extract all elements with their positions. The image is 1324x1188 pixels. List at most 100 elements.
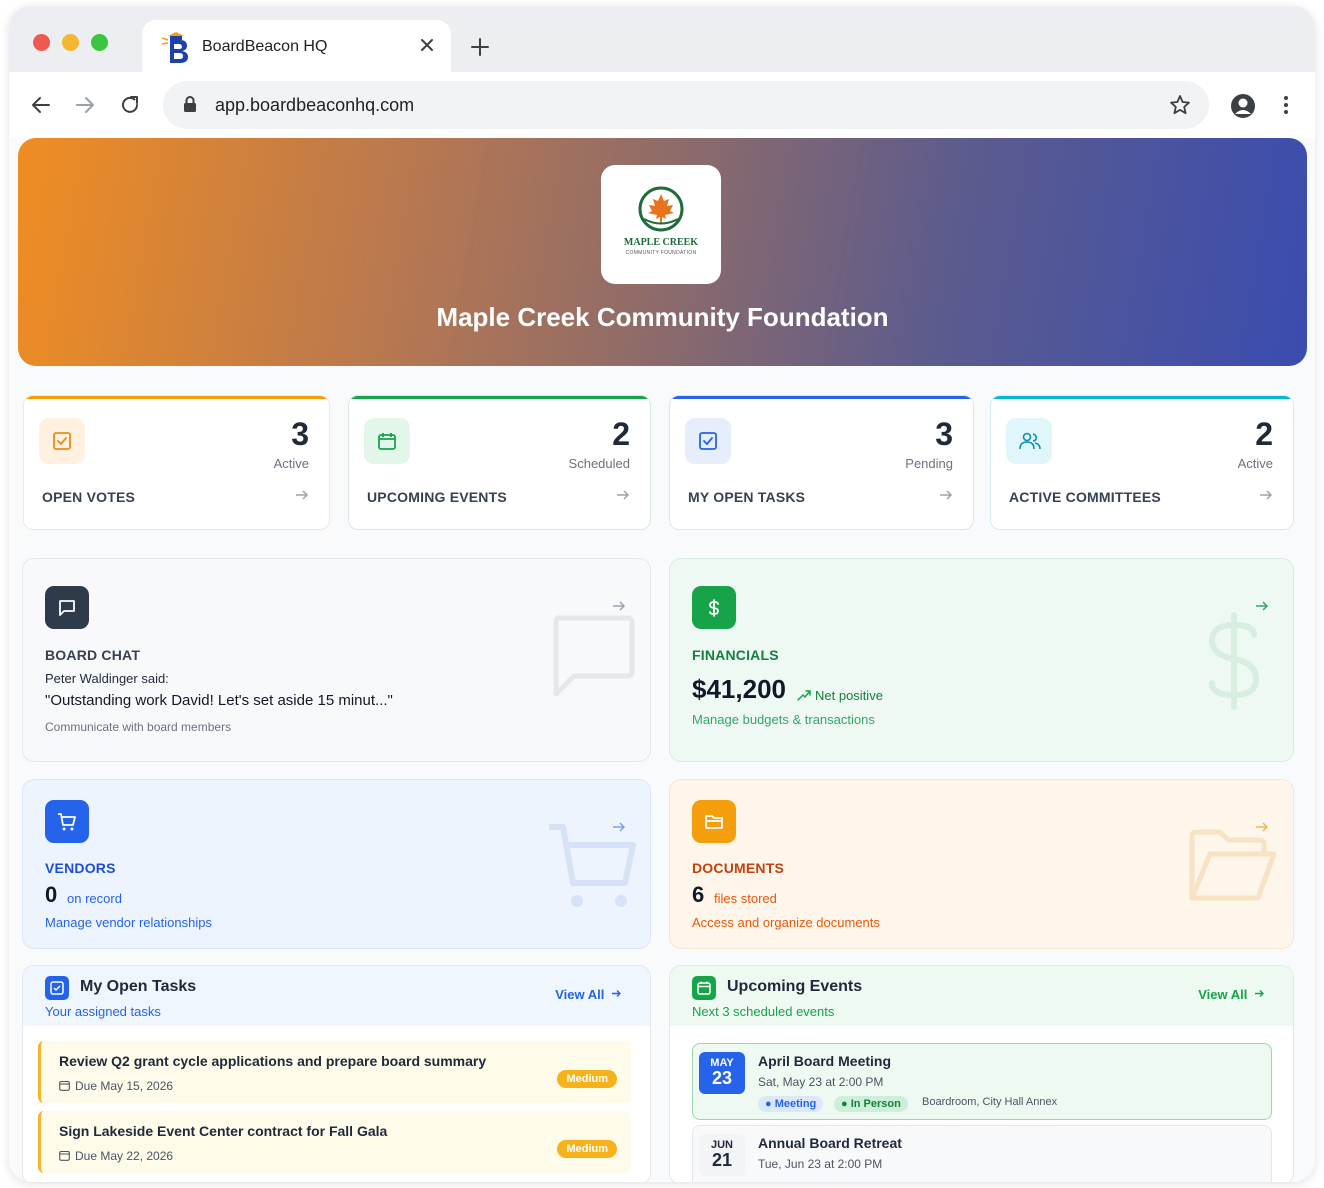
task-item[interactable]: Sign Lakeside Event Center contract for … — [38, 1111, 631, 1173]
vendors-count-label: on record — [67, 891, 122, 906]
profile-avatar-icon[interactable] — [1230, 93, 1256, 119]
hero-banner: MAPLE CREEK COMMUNITY FOUNDATION Maple C… — [18, 138, 1307, 366]
arrow-right-icon — [612, 990, 621, 997]
browser-window: BoardBeacon HQ app.boardbeaconhq.com MAP… — [9, 6, 1315, 1182]
view-all-tasks-link[interactable]: View All — [555, 987, 622, 1002]
forward-arrow-icon[interactable] — [74, 94, 96, 116]
panel-title: My Open Tasks — [80, 978, 197, 995]
task-item[interactable]: Review Q2 grant cycle applications and p… — [38, 1041, 631, 1103]
event-item[interactable]: JUN 21 Annual Board Retreat Tue, Jun 23 … — [692, 1125, 1272, 1182]
event-day: 23 — [711, 1068, 733, 1088]
arrow-right-icon — [617, 490, 630, 500]
stat-accent-bar — [24, 396, 329, 399]
calendar-icon — [692, 976, 716, 1000]
card-title: DOCUMENTS — [692, 860, 785, 876]
event-type: Meeting — [774, 1098, 817, 1110]
card-description: Access and organize documents — [692, 915, 880, 930]
stat-sub: Pending — [905, 456, 953, 471]
priority-badge: Medium — [557, 1140, 617, 1158]
maximize-window-button[interactable] — [91, 34, 108, 51]
stat-card-active-committees[interactable]: 2 Active ACTIVE COMMITTEES — [990, 395, 1294, 530]
chat-message-preview: "Outstanding work David! Let's set aside… — [45, 692, 393, 709]
upcoming-events-panel: Upcoming Events Next 3 scheduled events … — [669, 965, 1294, 1182]
board-chat-card[interactable]: BOARD CHAT Peter Waldinger said: "Outsta… — [22, 558, 651, 762]
arrow-right-icon — [1256, 601, 1269, 611]
reload-icon[interactable] — [119, 94, 141, 116]
card-title: BOARD CHAT — [45, 647, 141, 663]
task-title: Sign Lakeside Event Center contract for … — [59, 1123, 388, 1139]
browser-toolbar: app.boardbeaconhq.com — [9, 72, 1315, 138]
stat-sub: Active — [273, 456, 309, 471]
stat-label: OPEN VOTES — [42, 489, 136, 505]
maple-leaf-icon — [638, 186, 684, 232]
view-all-label: View All — [555, 987, 605, 1002]
view-all-label: View All — [1198, 987, 1248, 1002]
event-item[interactable]: MAY 23 April Board Meeting Sat, May 23 a… — [692, 1043, 1272, 1120]
browser-tab[interactable]: BoardBeacon HQ — [142, 20, 451, 72]
boardbeacon-logo-icon — [161, 32, 188, 63]
panel-subtitle: Your assigned tasks — [45, 1004, 161, 1019]
card-title: FINANCIALS — [692, 647, 779, 663]
event-type-pill: ● Meeting — [758, 1096, 824, 1112]
dashboard-page: MAPLE CREEK COMMUNITY FOUNDATION Maple C… — [9, 138, 1315, 1182]
stat-card-my-open-tasks[interactable]: 3 Pending MY OPEN TASKS — [669, 395, 974, 530]
lock-icon — [184, 96, 196, 112]
stat-value: 2 — [612, 416, 630, 452]
check-square-icon — [39, 418, 85, 464]
calendar-icon — [59, 1150, 70, 1161]
arrow-right-icon — [296, 490, 309, 500]
financials-card[interactable]: FINANCIALS $41,200 Net positive Manage b… — [669, 558, 1294, 762]
arrow-right-icon — [1255, 990, 1264, 997]
address-bar[interactable]: app.boardbeaconhq.com — [163, 81, 1209, 129]
event-mode-pill: ● In Person — [834, 1096, 908, 1112]
folder-icon — [692, 800, 736, 843]
cart-watermark-icon — [549, 824, 636, 907]
chat-author: Peter Waldinger said: — [45, 671, 169, 686]
task-title: Review Q2 grant cycle applications and p… — [59, 1053, 487, 1069]
trend-up-icon — [797, 690, 811, 701]
stat-value: 3 — [935, 416, 953, 452]
folder-watermark-icon — [1189, 829, 1277, 901]
priority-badge: Medium — [557, 1070, 617, 1088]
panel-title: Upcoming Events — [727, 978, 863, 995]
panel-header: Upcoming Events Next 3 scheduled events … — [670, 966, 1293, 1026]
tab-bar: BoardBeacon HQ — [9, 6, 1315, 72]
minimize-window-button[interactable] — [62, 34, 79, 51]
arrow-right-icon — [940, 490, 953, 500]
dollar-watermark-icon — [1208, 612, 1260, 710]
close-tab-icon[interactable] — [417, 35, 437, 55]
calendar-icon — [364, 418, 410, 464]
organization-name: Maple Creek Community Foundation — [436, 302, 889, 332]
shopping-cart-icon — [45, 800, 89, 843]
documents-count: 6 — [692, 882, 705, 907]
stat-card-upcoming-events[interactable]: 2 Scheduled UPCOMING EVENTS — [348, 395, 651, 530]
vendors-card[interactable]: VENDORS 0 on record Manage vendor relati… — [22, 779, 651, 949]
panel-header: My Open Tasks Your assigned tasks View A… — [23, 966, 650, 1026]
bookmark-star-icon[interactable] — [1169, 94, 1191, 116]
dollar-icon — [692, 586, 736, 629]
stat-sub: Active — [1237, 456, 1273, 471]
kebab-menu-icon[interactable] — [1277, 94, 1295, 116]
event-time: Tue, Jun 23 at 2:00 PM — [758, 1157, 883, 1171]
arrow-right-icon — [1256, 822, 1269, 832]
stat-value: 3 — [291, 416, 309, 452]
documents-card[interactable]: DOCUMENTS 6 files stored Access and orga… — [669, 779, 1294, 949]
card-description: Manage vendor relationships — [45, 915, 212, 930]
stat-value: 2 — [1255, 416, 1273, 452]
view-all-events-link[interactable]: View All — [1198, 987, 1265, 1002]
stat-accent-bar — [349, 396, 650, 399]
new-tab-icon[interactable] — [469, 36, 491, 58]
arrow-right-icon — [613, 822, 626, 832]
calendar-icon — [59, 1080, 70, 1091]
close-window-button[interactable] — [33, 34, 50, 51]
logo-subtitle: COMMUNITY FOUNDATION — [625, 250, 697, 256]
chat-watermark-icon — [553, 615, 635, 697]
panel-subtitle: Next 3 scheduled events — [692, 1004, 835, 1019]
users-icon — [1006, 418, 1052, 464]
financials-trend: Net positive — [815, 688, 883, 703]
event-date-badge: MAY 23 — [699, 1052, 745, 1094]
documents-count-label: files stored — [714, 891, 777, 906]
stat-label: MY OPEN TASKS — [688, 489, 806, 505]
stat-card-open-votes[interactable]: 3 Active OPEN VOTES — [23, 395, 330, 530]
back-arrow-icon[interactable] — [30, 94, 52, 116]
